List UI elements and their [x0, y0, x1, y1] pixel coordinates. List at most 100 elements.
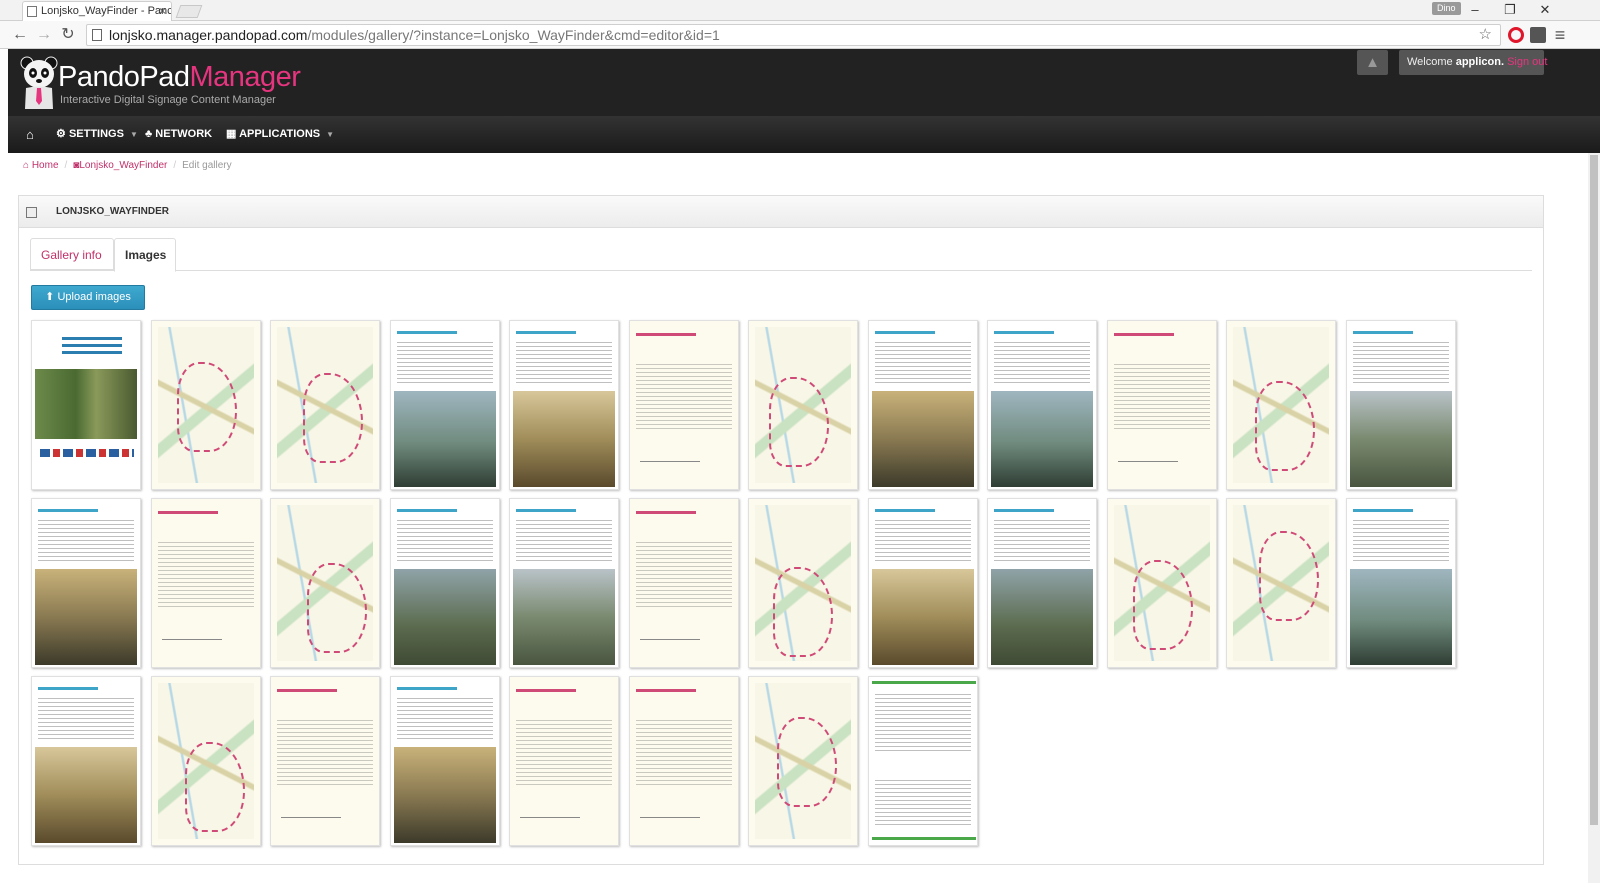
- thumbnail-text-block: [994, 517, 1090, 563]
- url-domain: lonjsko.manager.pandopad.com: [109, 27, 308, 43]
- gallery-thumbnail[interactable]: [867, 498, 978, 668]
- gallery-thumbnail[interactable]: [150, 676, 261, 846]
- maximize-button[interactable]: ❐: [1495, 0, 1525, 20]
- page-icon: [92, 29, 102, 41]
- thumbnail-text-block: [874, 691, 971, 751]
- thumbnail-photo: [393, 747, 496, 843]
- breadcrumb-current: Edit gallery: [182, 160, 232, 171]
- gallery-thumbnail[interactable]: [509, 676, 619, 846]
- thumbnail-scale-bar: [639, 639, 700, 640]
- thumbnail-text-block: [874, 339, 971, 385]
- extension-icon[interactable]: [1530, 27, 1546, 43]
- thumbnail-heading: [1352, 331, 1413, 334]
- gallery-thumbnail[interactable]: [748, 676, 858, 846]
- nav-network[interactable]: ♣ NETWORK: [145, 116, 212, 153]
- thumbnail-photo: [513, 391, 615, 487]
- forward-button[interactable]: →: [34, 25, 54, 45]
- gallery-thumbnail[interactable]: [389, 676, 500, 846]
- thumbnail-scale-bar: [520, 817, 580, 818]
- thumbnail-scale-bar: [639, 817, 700, 818]
- gallery-thumbnail[interactable]: [867, 676, 978, 846]
- gallery-thumbnail[interactable]: [150, 320, 261, 490]
- gallery-thumbnail[interactable]: [628, 320, 739, 490]
- thumbnail-logos: [40, 449, 134, 457]
- breadcrumb-instance[interactable]: ◙Lonjsko_WayFinder: [73, 160, 167, 171]
- address-bar-row: ← → ↻ lonjsko.manager.pandopad.com/modul…: [0, 21, 1600, 49]
- gallery-thumbnail[interactable]: [150, 498, 261, 668]
- breadcrumb-home[interactable]: ⌂ Home: [23, 160, 59, 171]
- gallery-thumbnail[interactable]: [389, 320, 500, 490]
- minimize-button[interactable]: –: [1460, 0, 1490, 20]
- nav-applications[interactable]: ▦ APPLICATIONS ▼: [226, 116, 334, 153]
- thumbnail-heading: [396, 331, 457, 334]
- gallery-thumbnail[interactable]: [628, 498, 739, 668]
- upload-images-button[interactable]: ⬆ Upload images: [31, 285, 145, 310]
- gallery-thumbnail[interactable]: [748, 498, 858, 668]
- welcome-box: Welcome applicon. Sign out: [1399, 50, 1547, 75]
- gallery-thumbnail[interactable]: [1345, 498, 1456, 668]
- page-scrollbar[interactable]: [1588, 153, 1600, 883]
- gallery-thumbnail[interactable]: [389, 498, 500, 668]
- new-tab-button[interactable]: [175, 5, 203, 18]
- thumbnail-legend-block: [635, 361, 732, 431]
- nav-network-label: NETWORK: [155, 128, 213, 140]
- brand-title[interactable]: PandoPadManager: [58, 61, 301, 94]
- panda-logo-icon[interactable]: [20, 55, 58, 109]
- breadcrumb-separator: /: [173, 160, 177, 171]
- gallery-thumbnail[interactable]: [31, 320, 141, 490]
- thumbnail-scale-bar: [281, 817, 341, 818]
- thumbnail-text-block: [994, 339, 1090, 385]
- gallery-thumbnail[interactable]: [270, 320, 380, 490]
- chevron-down-icon: ▼: [326, 130, 335, 139]
- browser-tab[interactable]: Lonjsko_WayFinder - Panc ×: [22, 1, 172, 21]
- opera-extension-icon[interactable]: [1508, 27, 1524, 43]
- nav-settings-label: SETTINGS: [68, 128, 124, 140]
- thumbnail-scale-bar: [1117, 461, 1178, 462]
- url-path: /modules/gallery/?instance=Lonjsko_WayFi…: [307, 27, 720, 43]
- gallery-thumbnail[interactable]: [987, 498, 1097, 668]
- browser-menu-icon[interactable]: ≡: [1550, 25, 1570, 45]
- tab-close-icon[interactable]: ×: [159, 2, 166, 21]
- gallery-thumbnail[interactable]: [748, 320, 858, 490]
- gallery-thumbnail[interactable]: [31, 498, 141, 668]
- gallery-thumbnail[interactable]: [1226, 320, 1336, 490]
- thumbnail-text-block: [396, 517, 493, 563]
- gallery-thumbnail[interactable]: [1106, 320, 1217, 490]
- scrollbar-thumb[interactable]: [1590, 155, 1598, 825]
- alert-icon[interactable]: ▲: [1357, 50, 1388, 75]
- close-window-button[interactable]: ✕: [1530, 0, 1560, 20]
- profile-badge[interactable]: Dino: [1432, 2, 1461, 15]
- thumbnail-heading: [277, 689, 337, 692]
- gallery-thumbnail[interactable]: [509, 498, 619, 668]
- gallery-thumbnail[interactable]: [1106, 498, 1217, 668]
- tab-gallery-info[interactable]: Gallery info: [30, 238, 114, 270]
- bookmark-star-icon[interactable]: ☆: [1479, 25, 1492, 45]
- brand-manager: Manager: [189, 61, 301, 93]
- gallery-thumbnail[interactable]: [1345, 320, 1456, 490]
- home-icon: ⌂: [23, 160, 30, 171]
- sign-out-link[interactable]: Sign out: [1507, 56, 1547, 68]
- back-button[interactable]: ←: [10, 25, 30, 45]
- nav-settings[interactable]: ⚙ SETTINGS ▼: [56, 116, 138, 153]
- brand-pandopad: PandoPad: [58, 61, 190, 93]
- gallery-thumbnail[interactable]: [270, 676, 380, 846]
- thumbnail-heading: [516, 509, 576, 512]
- gallery-thumbnail[interactable]: [509, 320, 619, 490]
- thumbnail-photo: [393, 569, 496, 665]
- thumbnail-heading: [396, 687, 457, 690]
- thumbnail-legend-block: [277, 717, 373, 787]
- gallery-thumbnail[interactable]: [867, 320, 978, 490]
- main-navbar: ⌂ ⚙ SETTINGS ▼ ♣ NETWORK ▦ APPLICATIONS ▼: [8, 116, 1600, 153]
- gallery-thumbnail[interactable]: [31, 676, 141, 846]
- address-input[interactable]: lonjsko.manager.pandopad.com/modules/gal…: [86, 24, 1501, 46]
- thumbnail-text-block: [1352, 339, 1449, 385]
- gallery-thumbnail[interactable]: [628, 676, 739, 846]
- gallery-thumbnail[interactable]: [1226, 498, 1336, 668]
- reload-button[interactable]: ↻: [58, 25, 78, 45]
- chevron-down-icon: ▼: [129, 130, 138, 139]
- tab-images[interactable]: Images: [114, 238, 176, 272]
- gallery-thumbnail[interactable]: [987, 320, 1097, 490]
- nav-home-icon[interactable]: ⌂: [26, 116, 34, 153]
- gallery-thumbnail[interactable]: [270, 498, 380, 668]
- thumbnail-heading: [62, 333, 122, 357]
